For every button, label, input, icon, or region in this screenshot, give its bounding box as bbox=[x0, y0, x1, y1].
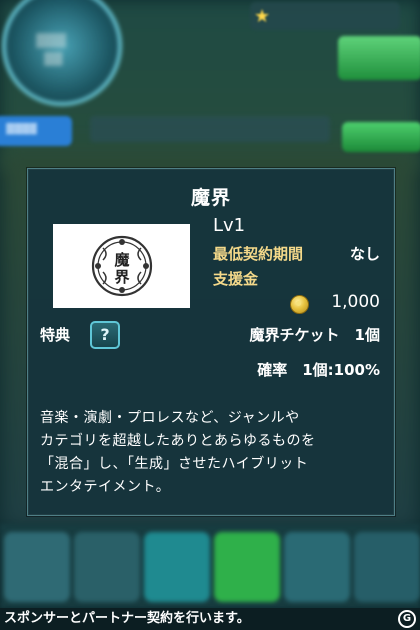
currency-bar bbox=[250, 2, 400, 30]
svg-text:魔: 魔 bbox=[114, 251, 129, 269]
perk-help-button[interactable]: ? bbox=[90, 321, 120, 349]
support-funds-value: 1,000 bbox=[331, 292, 380, 312]
svg-text:界: 界 bbox=[114, 268, 129, 286]
description-line: カテゴリを超越したありとあらゆるものを bbox=[40, 433, 316, 449]
sponsor-emblem-image: 魔 界 bbox=[53, 224, 190, 308]
menu-tile[interactable] bbox=[354, 532, 420, 602]
min-contract-period-label: 最低契約期間 bbox=[213, 245, 304, 263]
top-green-button[interactable] bbox=[338, 36, 420, 80]
support-funds-label: 支援金 bbox=[213, 270, 259, 288]
left-tab-button[interactable]: ▓▓▓▓ bbox=[0, 116, 72, 146]
menu-tile[interactable] bbox=[284, 532, 350, 602]
sponsor-description: 音楽・演劇・プロレスなど、ジャンルや カテゴリを超越したありとあらゆるものを 「… bbox=[40, 407, 386, 499]
min-contract-period-value: なし bbox=[349, 245, 380, 263]
site-logo-icon: G bbox=[398, 610, 416, 628]
menu-tile[interactable] bbox=[74, 532, 140, 602]
footer-hint: スポンサーとパートナー契約を行います。 bbox=[0, 608, 420, 630]
sponsor-level: Lv1 bbox=[213, 215, 246, 236]
perk-drop-rate: 確率 1個:100% bbox=[257, 361, 380, 379]
menu-tile[interactable] bbox=[144, 532, 210, 602]
perk-label: 特典 bbox=[40, 326, 71, 344]
sponsor-detail-dialog: 魔界 魔 界 Lv1 最低契約期間 なし 支援金 1,000 特典 ? 魔界チケ… bbox=[27, 168, 395, 516]
header-bar bbox=[90, 116, 330, 142]
star-icon: ★ bbox=[254, 6, 271, 27]
makai-emblem-icon: 魔 界 bbox=[91, 235, 153, 297]
description-line: 「混合」し、「生成」させたハイブリット bbox=[40, 456, 309, 472]
description-line: エンタテイメント。 bbox=[40, 479, 171, 495]
menu-tile[interactable] bbox=[214, 532, 280, 602]
side-green-button[interactable] bbox=[342, 122, 420, 152]
menu-tile[interactable] bbox=[4, 532, 70, 602]
description-line: 音楽・演劇・プロレスなど、ジャンルや bbox=[40, 410, 300, 426]
gold-coin-icon bbox=[290, 295, 309, 314]
perk-ticket-reward: 魔界チケット 1個 bbox=[249, 326, 380, 344]
dialog-title: 魔界 bbox=[190, 187, 231, 209]
